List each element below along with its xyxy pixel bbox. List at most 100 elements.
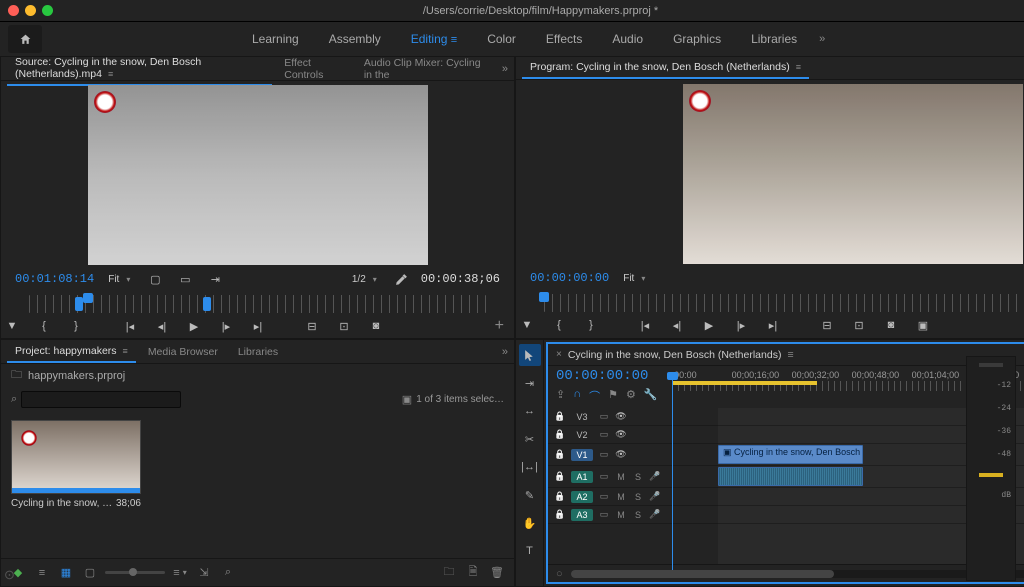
source-zoom-combo[interactable]: Fit: [102, 272, 136, 287]
nest-toggle-icon[interactable]: ⇪: [556, 388, 565, 404]
new-item-button[interactable]: 🗎: [464, 564, 482, 582]
horizontal-scrollbar[interactable]: [571, 570, 1024, 578]
in-point-marker[interactable]: [75, 297, 83, 311]
workspace-audio[interactable]: Audio: [598, 26, 657, 52]
automate-to-sequence-button[interactable]: ⇲: [195, 564, 213, 582]
list-view-button[interactable]: ≡: [33, 564, 51, 582]
comparison-view-button[interactable]: ▣: [912, 315, 934, 335]
mute-button[interactable]: M: [615, 492, 627, 502]
workspace-color[interactable]: Color: [473, 26, 530, 52]
eye-icon[interactable]: [615, 449, 627, 460]
solo-button[interactable]: S: [632, 510, 644, 520]
close-window-icon[interactable]: [8, 5, 19, 16]
sync-lock-icon[interactable]: ▭: [598, 449, 610, 460]
step-back-button[interactable]: ◂|: [151, 316, 173, 336]
libraries-tab[interactable]: Libraries: [230, 342, 286, 362]
lock-icon[interactable]: [554, 411, 566, 422]
clip-item[interactable]: Cycling in the snow, … 38;06: [11, 420, 141, 509]
sort-button[interactable]: ≡: [171, 564, 189, 582]
step-forward-button[interactable]: |▸: [730, 315, 752, 335]
lock-icon[interactable]: [554, 509, 566, 520]
workspace-overflow-button[interactable]: »: [819, 33, 825, 45]
source-display[interactable]: [88, 85, 428, 265]
video-clip[interactable]: ▣ Cycling in the snow, Den Bosch (Nether: [718, 445, 863, 464]
play-button[interactable]: ▶: [183, 316, 205, 336]
overflow-tabs-button[interactable]: »: [502, 63, 508, 75]
program-time-ruler[interactable]: [544, 294, 1024, 312]
play-button[interactable]: ▶: [698, 315, 720, 335]
track-header-v1[interactable]: V1▭: [548, 444, 718, 466]
home-button[interactable]: [8, 25, 42, 53]
timeline-playhead[interactable]: [672, 378, 673, 578]
go-to-out-button[interactable]: ▸|: [762, 315, 784, 335]
project-bin-path[interactable]: 🗀 happymakers.prproj: [1, 364, 514, 387]
source-resolution-combo[interactable]: 1/2: [346, 272, 383, 287]
lift-button[interactable]: ⊟: [816, 315, 838, 335]
workspace-editing[interactable]: Editing ≡: [397, 26, 471, 52]
program-in-timecode[interactable]: 00:00:00:00: [530, 271, 609, 285]
export-frame-button[interactable]: ◙: [365, 316, 387, 336]
go-to-in-button[interactable]: |◂: [634, 315, 656, 335]
track-header-a2[interactable]: A2▭MS🎤: [548, 488, 718, 506]
freeform-view-button[interactable]: ▢: [81, 564, 99, 582]
wrench-icon[interactable]: 🔧: [644, 388, 658, 404]
track-header-v2[interactable]: V2▭: [548, 426, 718, 444]
timeline-timecode[interactable]: 00:00:00:00: [556, 368, 658, 384]
voice-over-icon[interactable]: 🎤: [649, 509, 661, 520]
lock-icon[interactable]: [554, 471, 566, 482]
extract-button[interactable]: ⊡: [848, 315, 870, 335]
marker-icon[interactable]: ⚑: [608, 388, 618, 404]
program-resolution-combo[interactable]: Full: [1020, 271, 1024, 286]
workspace-assembly[interactable]: Assembly: [315, 26, 395, 52]
lock-icon[interactable]: [554, 491, 566, 502]
insert-button[interactable]: ⊟: [301, 316, 323, 336]
pen-tool[interactable]: ✎: [519, 484, 541, 506]
go-to-out-button[interactable]: ▸|: [247, 316, 269, 336]
type-tool[interactable]: T: [519, 540, 541, 562]
step-back-button[interactable]: ◂|: [666, 315, 688, 335]
drag-audio-icon[interactable]: ⇥: [204, 269, 226, 289]
sync-lock-icon[interactable]: ▭: [598, 471, 610, 482]
mark-in-button[interactable]: {: [548, 315, 570, 335]
panel-menu-icon[interactable]: ≡: [796, 62, 801, 72]
ripple-edit-tool[interactable]: ↔: [519, 400, 541, 422]
settings-icon[interactable]: ⚙: [626, 388, 636, 404]
project-tab[interactable]: Project: happymakers≡: [7, 341, 136, 363]
work-area-bar[interactable]: [672, 381, 817, 385]
sync-lock-icon[interactable]: ▭: [598, 429, 610, 440]
source-playhead[interactable]: [83, 293, 93, 303]
mark-in-button[interactable]: {: [33, 316, 55, 336]
razor-tool[interactable]: ✂: [519, 428, 541, 450]
minimize-window-icon[interactable]: [25, 5, 36, 16]
selection-tool[interactable]: [519, 344, 541, 366]
project-items-area[interactable]: Cycling in the snow, … 38;06: [1, 412, 514, 558]
source-in-timecode[interactable]: 00:01:08:14: [15, 272, 94, 286]
audio-clip[interactable]: [718, 467, 863, 486]
workspace-effects[interactable]: Effects: [532, 26, 596, 52]
program-playhead[interactable]: [539, 292, 549, 302]
step-forward-button[interactable]: |▸: [215, 316, 237, 336]
filter-bin-icon[interactable]: ▣: [402, 393, 412, 406]
linked-selection-icon[interactable]: ⌒: [589, 388, 600, 404]
workspace-libraries[interactable]: Libraries: [737, 26, 811, 52]
new-bin-button[interactable]: 🗀: [440, 564, 458, 582]
thumbnail-scrub-bar[interactable]: [12, 488, 140, 493]
mute-button[interactable]: M: [615, 472, 627, 482]
voice-over-icon[interactable]: 🎤: [649, 491, 661, 502]
media-browser-tab[interactable]: Media Browser: [140, 342, 226, 362]
clear-button[interactable]: 🗑: [488, 564, 506, 582]
sync-lock-icon[interactable]: ▭: [598, 509, 610, 520]
solo-button[interactable]: S: [632, 492, 644, 502]
track-header-a3[interactable]: A3▭MS🎤: [548, 506, 718, 524]
go-to-in-button[interactable]: |◂: [119, 316, 141, 336]
settings-icon[interactable]: [391, 269, 413, 289]
program-display[interactable]: [683, 84, 1023, 264]
drag-video-icon[interactable]: ▭: [174, 269, 196, 289]
project-search-input[interactable]: [21, 391, 181, 408]
panel-menu-icon[interactable]: ≡: [108, 69, 113, 79]
solo-button[interactable]: S: [632, 472, 644, 482]
program-tab[interactable]: Program: Cycling in the snow, Den Bosch …: [522, 57, 809, 79]
creative-cloud-icon[interactable]: ⊙: [4, 567, 15, 583]
safe-margins-icon[interactable]: ▢: [144, 269, 166, 289]
mark-out-button[interactable]: }: [580, 315, 602, 335]
